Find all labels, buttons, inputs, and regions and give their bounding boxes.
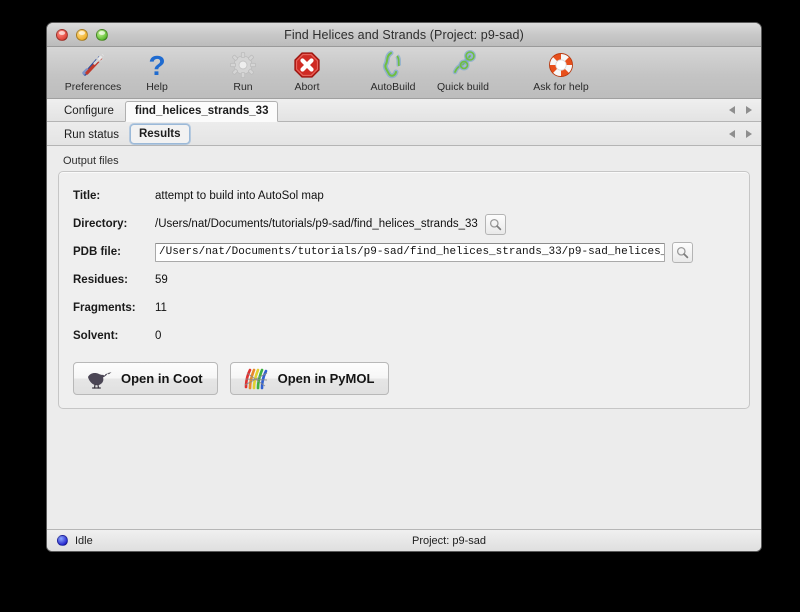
autobuild-icon [378,50,408,80]
title-label: Title: [73,190,101,202]
field-row-fragments: Fragments: 11 [73,295,735,321]
solvent-label: Solvent: [73,330,119,342]
close-button[interactable] [56,28,68,41]
toolbar-label: Run [233,81,253,93]
run-gear-icon [229,50,257,80]
tab-scroll-right-icon[interactable] [746,106,752,114]
preferences-icon [79,50,107,80]
zoom-button[interactable] [96,28,108,41]
tab-run-status[interactable]: Run status [55,125,128,145]
residues-value: 59 [155,274,168,286]
toolbar-label: Abort [294,81,320,93]
sub-tab-scroll-arrows [729,129,752,138]
toolbar-button-help[interactable]: ? Help [125,47,189,93]
field-row-solvent: Solvent: 0 [73,323,735,349]
results-panel: Output files Title: attempt to build int… [47,146,761,529]
directory-value: /Users/nat/Documents/tutorials/p9-sad/fi… [155,218,478,230]
application-window: Find Helices and Strands (Project: p9-sa… [46,22,762,552]
title-bar: Find Helices and Strands (Project: p9-sa… [47,23,761,47]
help-icon: ? [143,50,171,80]
top-tab-scroll-arrows [729,106,752,114]
pdb-file-input[interactable]: /Users/nat/Documents/tutorials/p9-sad/fi… [155,242,665,262]
coot-bird-icon [88,371,112,389]
toolbar-label: Preferences [64,81,122,93]
tab-find-helices-strands-33[interactable]: find_helices_strands_33 [124,101,279,122]
residues-label: Residues: [73,274,128,286]
toolbar-label: Quick build [437,81,489,93]
window-controls [56,28,108,41]
svg-text:?: ? [148,51,165,79]
directory-browse-button[interactable] [484,213,506,235]
output-files-group-label: Output files [63,155,119,167]
solvent-value: 0 [155,330,162,342]
field-row-title: Title: attempt to build into AutoSol map [73,183,735,209]
subtab-scroll-right-icon[interactable] [746,129,752,138]
magnifier-icon [676,246,689,258]
top-tab-bar: Configure find_helices_strands_33 [47,99,761,122]
open-in-coot-button[interactable]: Open in Coot [73,362,218,395]
quick-build-icon [448,50,478,80]
status-bar: Idle Project: p9-sad [47,529,761,551]
pymol-ribbon-icon [244,368,267,389]
toolbar-button-abort[interactable]: Abort [275,47,339,93]
toolbar-label: AutoBuild [370,81,416,93]
subtab-scroll-left-icon[interactable] [729,129,735,138]
minimize-button[interactable] [76,28,88,41]
field-row-pdb-file: PDB file: /Users/nat/Documents/tutorials… [73,239,735,265]
toolbar: Preferences ? Help Run Abort AutoBuild Q… [47,47,761,99]
toolbar-label: Ask for help [533,81,589,93]
tab-scroll-left-icon[interactable] [729,106,735,114]
magnifier-icon [489,218,502,230]
pdb-file-browse-button[interactable] [672,241,693,263]
tab-results[interactable]: Results [129,124,190,144]
toolbar-button-ask-for-help[interactable]: Ask for help [523,47,599,93]
tab-configure[interactable]: Configure [55,101,123,121]
window-title: Find Helices and Strands (Project: p9-sa… [284,27,524,42]
output-files-group: Title: attempt to build into AutoSol map… [58,171,750,409]
toolbar-button-run[interactable]: Run [211,47,275,93]
field-row-directory: Directory: /Users/nat/Documents/tutorial… [73,211,735,237]
action-buttons: Open in Coot Open in PyMOL [73,362,735,395]
directory-label: Directory: [73,218,128,230]
abort-icon [293,50,321,80]
lifesaver-icon [547,50,575,80]
fragments-label: Fragments: [73,302,136,314]
open-in-coot-label: Open in Coot [121,371,203,386]
open-in-pymol-label: Open in PyMOL [277,371,375,386]
sub-tab-bar: Run status Results [47,122,761,146]
toolbar-label: Help [146,81,168,93]
field-row-residues: Residues: 59 [73,267,735,293]
toolbar-button-autobuild[interactable]: AutoBuild [361,47,425,93]
fragments-value: 11 [155,302,167,314]
status-text: Idle [75,534,93,547]
status-indicator-icon [57,535,68,546]
status-project-label: Project: p9-sad [412,534,486,547]
title-value: attempt to build into AutoSol map [155,190,324,202]
pdb-file-label: PDB file: [73,246,121,258]
toolbar-button-quick-build[interactable]: Quick build [425,47,501,93]
toolbar-button-preferences[interactable]: Preferences [61,47,125,93]
open-in-pymol-button[interactable]: Open in PyMOL [229,362,390,395]
